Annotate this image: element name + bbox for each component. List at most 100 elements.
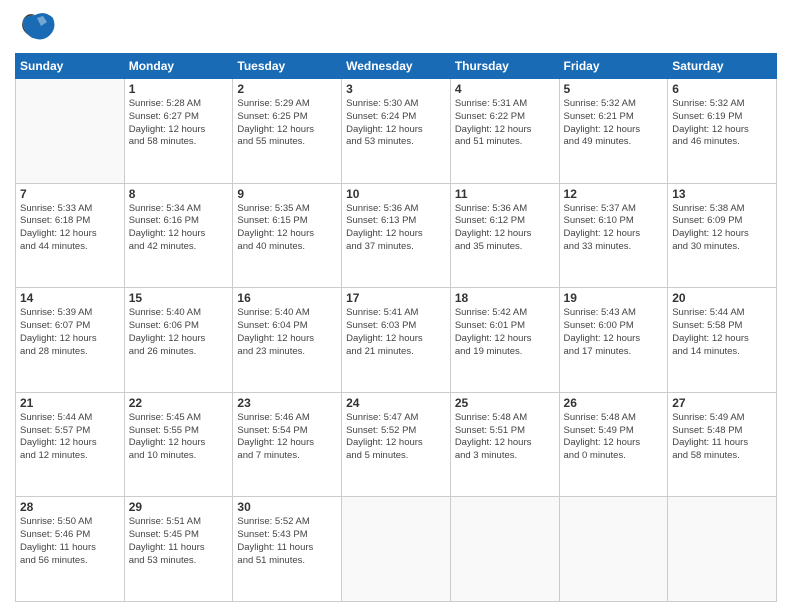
day-info: Sunrise: 5:37 AM Sunset: 6:10 PM Dayligh… xyxy=(564,203,664,254)
day-number: 6 xyxy=(672,82,772,96)
calendar-header-row: SundayMondayTuesdayWednesdayThursdayFrid… xyxy=(16,54,777,79)
calendar-cell: 17Sunrise: 5:41 AM Sunset: 6:03 PM Dayli… xyxy=(342,288,451,393)
day-info: Sunrise: 5:52 AM Sunset: 5:43 PM Dayligh… xyxy=(237,516,337,567)
calendar-cell: 29 Sunrise: 5:51 AM Sunset: 5:45 PM Dayli… xyxy=(124,497,233,602)
day-info: Sunrise: 5:42 AM Sunset: 6:01 PM Dayligh… xyxy=(455,307,555,358)
calendar-header-wednesday: Wednesday xyxy=(342,54,451,79)
calendar-cell: 12 Sunrise: 5:37 AM Sunset: 6:10 PM Dayli… xyxy=(559,183,668,288)
day-info: Sunrise: 5:50 AM Sunset: 5:46 PM Dayligh… xyxy=(20,516,120,567)
calendar-cell xyxy=(342,497,451,602)
logo-icon xyxy=(15,10,55,45)
day-info: Sunrise: 5:30 AM Sunset: 6:24 PM Dayligh… xyxy=(346,98,446,149)
day-info: Sunrise: 5:34 AM Sunset: 6:16 PM Dayligh… xyxy=(129,203,229,254)
day-info: Sunrise: 5:49 AM Sunset: 5:48 PM Dayligh… xyxy=(672,412,772,463)
day-info: Sunrise: 5:46 AM Sunset: 5:54 PM Dayligh… xyxy=(237,412,337,463)
day-number: 15 xyxy=(129,291,229,305)
calendar-header-tuesday: Tuesday xyxy=(233,54,342,79)
day-info: Sunrise: 5:36 AM Sunset: 6:13 PM Dayligh… xyxy=(346,203,446,254)
calendar-header-sunday: Sunday xyxy=(16,54,125,79)
day-number: 4 xyxy=(455,82,555,96)
day-number: 8 xyxy=(129,187,229,201)
page: SundayMondayTuesdayWednesdayThursdayFrid… xyxy=(0,0,792,612)
calendar-header-monday: Monday xyxy=(124,54,233,79)
calendar-cell: 10 Sunrise: 5:36 AM Sunset: 6:13 PM Dayli… xyxy=(342,183,451,288)
day-number: 2 xyxy=(237,82,337,96)
calendar-week-0: 1 Sunrise: 5:28 AM Sunset: 6:27 PM Daylig… xyxy=(16,79,777,184)
calendar-cell: 24Sunrise: 5:47 AM Sunset: 5:52 PM Dayli… xyxy=(342,392,451,497)
day-info: Sunrise: 5:48 AM Sunset: 5:49 PM Dayligh… xyxy=(564,412,664,463)
calendar-table: SundayMondayTuesdayWednesdayThursdayFrid… xyxy=(15,53,777,602)
day-info: Sunrise: 5:48 AM Sunset: 5:51 PM Dayligh… xyxy=(455,412,555,463)
day-number: 23 xyxy=(237,396,337,410)
calendar-header-friday: Friday xyxy=(559,54,668,79)
day-info: Sunrise: 5:29 AM Sunset: 6:25 PM Dayligh… xyxy=(237,98,337,149)
day-number: 27 xyxy=(672,396,772,410)
day-number: 10 xyxy=(346,187,446,201)
day-info: Sunrise: 5:43 AM Sunset: 6:00 PM Dayligh… xyxy=(564,307,664,358)
calendar-cell: 11 Sunrise: 5:36 AM Sunset: 6:12 PM Dayli… xyxy=(450,183,559,288)
calendar-cell: 1 Sunrise: 5:28 AM Sunset: 6:27 PM Daylig… xyxy=(124,79,233,184)
day-number: 29 xyxy=(129,500,229,514)
calendar-week-4: 28Sunrise: 5:50 AM Sunset: 5:46 PM Dayli… xyxy=(16,497,777,602)
day-info: Sunrise: 5:41 AM Sunset: 6:03 PM Dayligh… xyxy=(346,307,446,358)
day-info: Sunrise: 5:38 AM Sunset: 6:09 PM Dayligh… xyxy=(672,203,772,254)
day-number: 7 xyxy=(20,187,120,201)
day-number: 19 xyxy=(564,291,664,305)
calendar-cell: 23 Sunrise: 5:46 AM Sunset: 5:54 PM Dayli… xyxy=(233,392,342,497)
day-number: 18 xyxy=(455,291,555,305)
day-number: 14 xyxy=(20,291,120,305)
calendar-cell: 9Sunrise: 5:35 AM Sunset: 6:15 PM Daylig… xyxy=(233,183,342,288)
calendar-week-3: 21Sunrise: 5:44 AM Sunset: 5:57 PM Dayli… xyxy=(16,392,777,497)
day-info: Sunrise: 5:44 AM Sunset: 5:58 PM Dayligh… xyxy=(672,307,772,358)
calendar-cell: 16Sunrise: 5:40 AM Sunset: 6:04 PM Dayli… xyxy=(233,288,342,393)
day-info: Sunrise: 5:47 AM Sunset: 5:52 PM Dayligh… xyxy=(346,412,446,463)
day-number: 1 xyxy=(129,82,229,96)
day-number: 9 xyxy=(237,187,337,201)
calendar-cell: 6 Sunrise: 5:32 AM Sunset: 6:19 PM Daylig… xyxy=(668,79,777,184)
day-info: Sunrise: 5:44 AM Sunset: 5:57 PM Dayligh… xyxy=(20,412,120,463)
day-info: Sunrise: 5:31 AM Sunset: 6:22 PM Dayligh… xyxy=(455,98,555,149)
calendar-week-2: 14 Sunrise: 5:39 AM Sunset: 6:07 PM Dayli… xyxy=(16,288,777,393)
day-number: 16 xyxy=(237,291,337,305)
calendar-cell xyxy=(450,497,559,602)
calendar-cell: 28Sunrise: 5:50 AM Sunset: 5:46 PM Dayli… xyxy=(16,497,125,602)
calendar-cell: 3 Sunrise: 5:30 AM Sunset: 6:24 PM Daylig… xyxy=(342,79,451,184)
day-info: Sunrise: 5:39 AM Sunset: 6:07 PM Dayligh… xyxy=(20,307,120,358)
calendar-cell: 15 Sunrise: 5:40 AM Sunset: 6:06 PM Dayli… xyxy=(124,288,233,393)
calendar-cell: 18 Sunrise: 5:42 AM Sunset: 6:01 PM Dayli… xyxy=(450,288,559,393)
calendar-cell: 30 Sunrise: 5:52 AM Sunset: 5:43 PM Dayli… xyxy=(233,497,342,602)
day-number: 26 xyxy=(564,396,664,410)
calendar-cell: 19 Sunrise: 5:43 AM Sunset: 6:00 PM Dayli… xyxy=(559,288,668,393)
day-info: Sunrise: 5:40 AM Sunset: 6:06 PM Dayligh… xyxy=(129,307,229,358)
day-number: 12 xyxy=(564,187,664,201)
day-number: 25 xyxy=(455,396,555,410)
day-info: Sunrise: 5:51 AM Sunset: 5:45 PM Dayligh… xyxy=(129,516,229,567)
day-number: 30 xyxy=(237,500,337,514)
calendar-week-1: 7Sunrise: 5:33 AM Sunset: 6:18 PM Daylig… xyxy=(16,183,777,288)
day-info: Sunrise: 5:36 AM Sunset: 6:12 PM Dayligh… xyxy=(455,203,555,254)
calendar-cell: 27 Sunrise: 5:49 AM Sunset: 5:48 PM Dayli… xyxy=(668,392,777,497)
calendar-cell: 21Sunrise: 5:44 AM Sunset: 5:57 PM Dayli… xyxy=(16,392,125,497)
calendar-cell xyxy=(16,79,125,184)
calendar-cell: 4 Sunrise: 5:31 AM Sunset: 6:22 PM Daylig… xyxy=(450,79,559,184)
day-number: 22 xyxy=(129,396,229,410)
calendar-cell: 5Sunrise: 5:32 AM Sunset: 6:21 PM Daylig… xyxy=(559,79,668,184)
calendar-cell: 2 Sunrise: 5:29 AM Sunset: 6:25 PM Daylig… xyxy=(233,79,342,184)
day-number: 13 xyxy=(672,187,772,201)
day-number: 3 xyxy=(346,82,446,96)
calendar-header-thursday: Thursday xyxy=(450,54,559,79)
day-info: Sunrise: 5:32 AM Sunset: 6:19 PM Dayligh… xyxy=(672,98,772,149)
calendar-cell xyxy=(559,497,668,602)
day-number: 11 xyxy=(455,187,555,201)
calendar-cell: 26 Sunrise: 5:48 AM Sunset: 5:49 PM Dayli… xyxy=(559,392,668,497)
day-number: 5 xyxy=(564,82,664,96)
calendar-header-saturday: Saturday xyxy=(668,54,777,79)
day-info: Sunrise: 5:28 AM Sunset: 6:27 PM Dayligh… xyxy=(129,98,229,149)
day-info: Sunrise: 5:45 AM Sunset: 5:55 PM Dayligh… xyxy=(129,412,229,463)
calendar-cell: 14 Sunrise: 5:39 AM Sunset: 6:07 PM Dayli… xyxy=(16,288,125,393)
calendar-cell: 25 Sunrise: 5:48 AM Sunset: 5:51 PM Dayli… xyxy=(450,392,559,497)
calendar-cell: 22 Sunrise: 5:45 AM Sunset: 5:55 PM Dayli… xyxy=(124,392,233,497)
header xyxy=(15,10,777,45)
calendar-cell: 20Sunrise: 5:44 AM Sunset: 5:58 PM Dayli… xyxy=(668,288,777,393)
calendar-cell: 8 Sunrise: 5:34 AM Sunset: 6:16 PM Daylig… xyxy=(124,183,233,288)
